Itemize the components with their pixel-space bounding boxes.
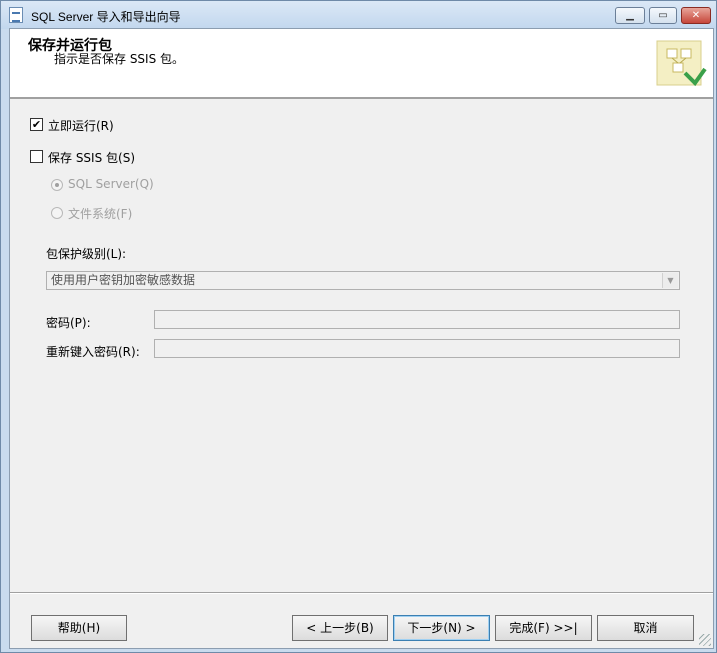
resize-grip[interactable] — [699, 634, 711, 646]
wizard-header: 保存并运行包 指示是否保存 SSIS 包。 — [10, 29, 713, 99]
password-label: 密码(P): — [46, 316, 91, 330]
help-button[interactable]: 帮助(H) — [31, 615, 127, 641]
run-immediately-checkbox[interactable]: ✔ — [30, 118, 43, 131]
file-system-label: 文件系统(F) — [68, 207, 133, 221]
protection-level-dropdown[interactable]: 使用用户密钥加密敏感数据 ▼ — [46, 271, 680, 290]
sql-server-label: SQL Server(Q) — [68, 177, 154, 191]
close-button[interactable]: ✕ — [681, 7, 711, 24]
finish-button[interactable]: 完成(F) >>| — [495, 615, 592, 641]
protection-level-value: 使用用户密钥加密敏感数据 — [51, 273, 196, 287]
page-subtitle: 指示是否保存 SSIS 包。 — [54, 52, 185, 66]
minimize-button[interactable]: ▁ — [615, 7, 645, 24]
file-system-radio[interactable] — [51, 207, 63, 219]
confirm-password-field[interactable] — [154, 339, 680, 358]
confirm-password-label: 重新键入密码(R): — [46, 345, 140, 359]
run-immediately-label: 立即运行(R) — [48, 119, 114, 133]
wizard-content: 保存并运行包 指示是否保存 SSIS 包。 ✔ 立即运行(R) 保存 SSIS … — [9, 28, 714, 649]
maximize-button[interactable]: ▭ — [649, 7, 677, 24]
back-button[interactable]: < 上一步(B) — [292, 615, 388, 641]
cancel-button[interactable]: 取消 — [597, 615, 694, 641]
title-bar[interactable]: SQL Server 导入和导出向导 ▁ ▭ ✕ — [1, 1, 716, 29]
chevron-down-icon[interactable]: ▼ — [662, 273, 678, 288]
next-button[interactable]: 下一步(N) > — [393, 615, 490, 641]
protection-level-label: 包保护级别(L): — [46, 247, 127, 261]
app-icon — [9, 7, 23, 23]
wizard-package-icon — [656, 40, 707, 87]
save-ssis-label: 保存 SSIS 包(S) — [48, 151, 136, 165]
wizard-window: SQL Server 导入和导出向导 ▁ ▭ ✕ 保存并运行包 指示是否保存 S… — [0, 0, 717, 653]
password-field[interactable] — [154, 310, 680, 329]
footer-divider — [10, 592, 713, 594]
window-title: SQL Server 导入和导出向导 — [31, 10, 181, 24]
sql-server-radio[interactable] — [51, 179, 63, 191]
save-ssis-checkbox[interactable] — [30, 150, 43, 163]
